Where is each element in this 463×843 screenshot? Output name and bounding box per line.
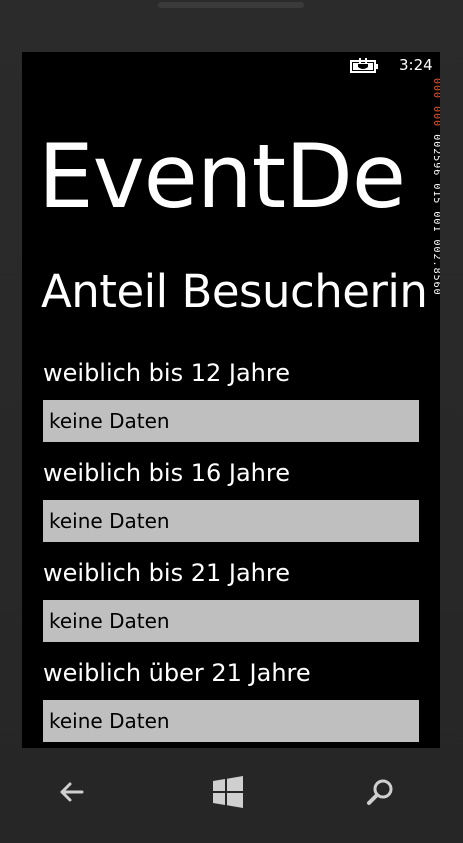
page-title: Anteil Besucherin <box>41 265 428 318</box>
windows-start-icon[interactable] <box>212 776 244 808</box>
field-value-female-under-21[interactable]: keine Daten <box>43 600 419 642</box>
field-label-female-under-16: weiblich bis 16 Jahre <box>43 459 290 487</box>
field-label-female-over-21: weiblich über 21 Jahre <box>43 659 311 687</box>
phone-screen: 3:24 EventDe Anteil Besucherin weiblich … <box>22 52 440 748</box>
frame-rate-counter-line-2: 000 <box>431 106 440 128</box>
field-label-female-under-12: weiblich bis 12 Jahre <box>43 359 290 387</box>
field-value-female-over-21[interactable]: keine Daten <box>43 700 419 742</box>
status-bar: 3:24 <box>22 52 440 80</box>
frame-rate-counter-line-1: 000 <box>431 78 440 100</box>
battery-charging-icon <box>350 58 380 78</box>
search-icon[interactable] <box>364 776 396 808</box>
phone-bezel: 3:24 EventDe Anteil Besucherin weiblich … <box>0 0 463 843</box>
frame-rate-counter: 000 000 002596 015 001 002.8560 <box>428 78 440 448</box>
field-label-female-under-21: weiblich bis 21 Jahre <box>43 559 290 587</box>
app-title: EventDe <box>38 125 406 228</box>
clock: 3:24 <box>399 56 433 74</box>
hardware-nav-bar <box>0 748 463 843</box>
back-arrow-icon[interactable] <box>56 776 88 808</box>
speaker-grille <box>158 2 304 8</box>
frame-rate-counter-line-3: 002596 015 001 002.8560 <box>431 134 440 296</box>
field-value-female-under-12[interactable]: keine Daten <box>43 400 419 442</box>
field-value-female-under-16[interactable]: keine Daten <box>43 500 419 542</box>
